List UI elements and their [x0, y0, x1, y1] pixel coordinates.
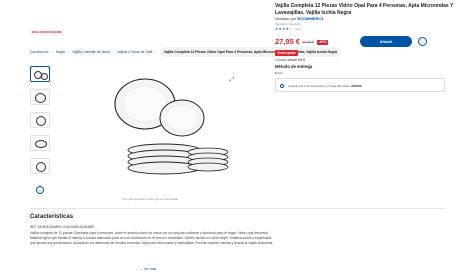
- shipping-info: ! Envío desde 69 €: [275, 58, 305, 62]
- exclusive-online-badge: EXCLUSIVO ONLINE: [30, 30, 64, 35]
- chevron-down-icon: ⌄: [140, 267, 143, 271]
- see-more-link[interactable]: ⌄ Ver más: [140, 267, 156, 271]
- plate-icon: [35, 93, 46, 103]
- chevron-down-icon[interactable]: ⌄: [36, 186, 44, 194]
- thumbnail-5[interactable]: [30, 158, 50, 174]
- plate-icon: [36, 116, 46, 126]
- seller-verified: Vendedor Nacional: [275, 22, 301, 26]
- heart-icon[interactable]: ♡: [418, 37, 427, 46]
- product-description: Vajilla completa de 12 piezas: Diseñada …: [30, 231, 274, 245]
- delivery-option-text: Llega el 1 al 2 de Septiembre. 2-3 días …: [288, 84, 362, 88]
- characteristics-title: Características: [30, 214, 74, 220]
- thumbnail-4[interactable]: [30, 135, 50, 151]
- add-to-cart-button[interactable]: Añadir: [360, 36, 412, 47]
- section-divider: [30, 208, 445, 209]
- breadcrumb-home[interactable]: Carrefour.es: [30, 50, 49, 54]
- thumbnail-3[interactable]: [30, 112, 50, 128]
- product-ref: REF. 8428181364898 / EAN 8428181364898: [30, 225, 94, 229]
- breadcrumb-separator: ›: [112, 50, 114, 54]
- delivery-label: Envío: [275, 71, 283, 75]
- delivery-option[interactable]: Llega el 1 al 2 de Septiembre. 2-3 días …: [275, 78, 445, 92]
- breadcrumb-vajillas-tazas[interactable]: Vajillas y Tazas de Café: [117, 50, 153, 54]
- plate-icon: [41, 73, 48, 80]
- star-icons: ★★★★☆: [275, 27, 293, 31]
- breadcrumb-separator: ›: [155, 50, 157, 54]
- breadcrumb-vajilla-menaje[interactable]: Vajilla y Menaje de Mesa: [72, 50, 109, 54]
- seller-info: Vendido por ECOMMERC3: [275, 16, 324, 21]
- shipping-badge: Envío gratis: [275, 50, 299, 56]
- image-caption: Foto para servicio el color gris es más …: [122, 197, 179, 201]
- delivery-method-title: Método de entrega: [275, 64, 313, 69]
- review-count: (21): [294, 27, 302, 31]
- expand-icon[interactable]: ⤢: [228, 76, 236, 84]
- plate-icon: [35, 140, 47, 148]
- breadcrumb-hogar[interactable]: Hogar: [56, 50, 65, 54]
- plate-icon: [36, 162, 46, 172]
- discount-badge: -44%: [317, 39, 328, 45]
- current-price: 27,95 €: [275, 37, 301, 46]
- product-title: Vajilla Completa 12 Piezas Vidrio Opal P…: [275, 3, 454, 16]
- delivery-cost: GRATIS: [351, 83, 362, 88]
- thumbnail-2[interactable]: [30, 89, 50, 105]
- breadcrumb-separator: ›: [51, 50, 53, 54]
- breadcrumb-separator: ›: [68, 50, 70, 54]
- thumbnail-list: [30, 66, 50, 181]
- old-price: 49,95 €: [302, 40, 314, 44]
- description-fade: [30, 252, 280, 264]
- delivery-radio[interactable]: [280, 83, 284, 88]
- see-more-label: Ver más: [143, 267, 157, 271]
- seller-name-link[interactable]: ECOMMERC3: [297, 16, 323, 21]
- thumbnail-1[interactable]: [30, 66, 50, 82]
- shipping-text: Envío desde 69 €: [277, 58, 306, 62]
- delivery-date: Llega el 1 al 2 de Septiembre. 2-3 días …: [288, 83, 351, 88]
- product-image: [114, 78, 229, 175]
- rating-stars[interactable]: ★★★★☆ (21): [275, 27, 302, 31]
- seller-prefix: Vendido por: [275, 16, 297, 21]
- breadcrumb-current: Vajilla Completa 12 Piezas Vidrio Opal P…: [159, 47, 342, 57]
